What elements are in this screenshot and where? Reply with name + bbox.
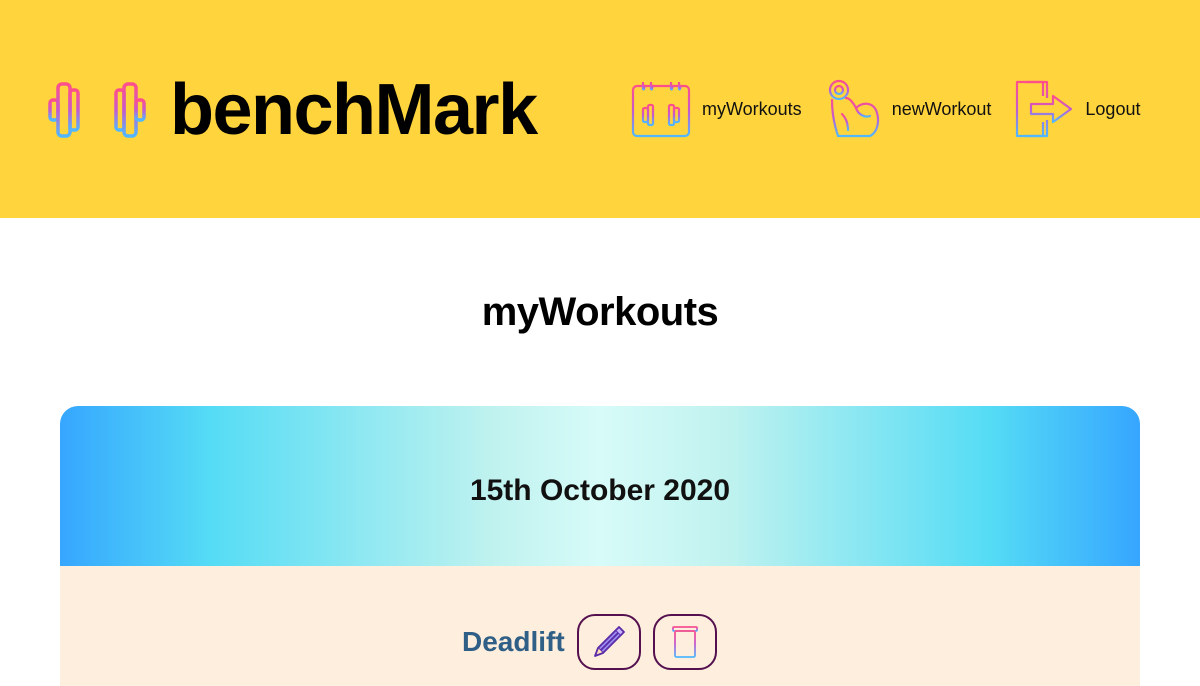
workout-date: 15th October 2020 [469,474,731,507]
trash-icon [669,623,701,662]
workout-card-header[interactable]: 15th October 2020 [60,406,1140,566]
exercise-row: Deadlift [462,614,729,670]
flexed-arm-icon [826,78,892,140]
nav-label: Logout [1085,98,1141,119]
edit-exercise-button[interactable] [576,614,641,670]
nav-logout[interactable]: Logout [1013,78,1140,140]
logout-door-icon [1013,78,1085,140]
delete-exercise-button[interactable] [652,614,717,670]
workout-card: 15th October 2020 Deadlift [60,406,1140,686]
main-nav: myWorkouts newWorkout Logout [630,78,1140,140]
workout-card-body: Deadlift [60,566,1140,686]
edit-icon [590,622,628,663]
nav-label: myWorkouts [702,98,802,119]
brand-logo[interactable]: benchMark [48,70,538,150]
brand-name: benchMark [170,70,538,150]
page-title: myWorkouts [481,290,719,334]
nav-label: newWorkout [891,98,992,119]
nav-my-workouts[interactable]: myWorkouts [630,78,802,140]
exercise-name: Deadlift [462,626,565,657]
barbell-icon [48,78,146,142]
app-header: benchMark myWorkouts newWorkout Logout [0,0,1200,218]
calendar-dumbbell-icon [630,78,702,140]
nav-new-workout[interactable]: newWorkout [826,78,992,140]
